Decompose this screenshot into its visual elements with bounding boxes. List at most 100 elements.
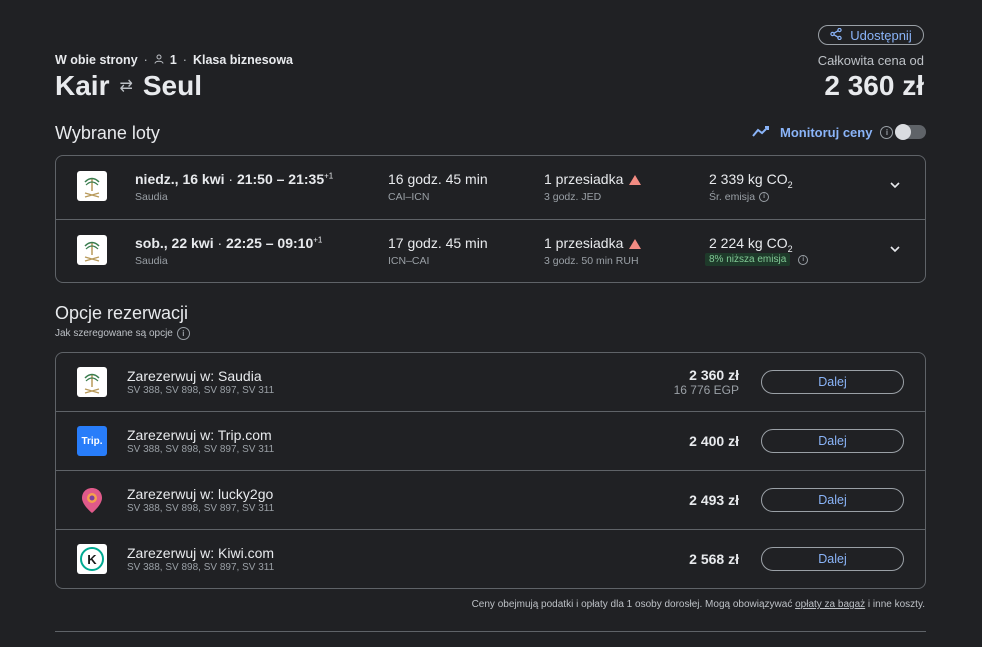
stops-label: 1 przesiadka [544,235,624,251]
stops-label: 1 przesiadka [544,171,624,187]
ranking-info-label: Jak szeregowane są opcje [55,328,173,339]
flight-duration: 16 godz. 45 min [388,171,488,187]
separator-dot: · [217,235,227,251]
kiwi-logo-text: K [87,551,97,567]
share-icon [830,27,842,43]
share-button[interactable]: Udostępnij [818,25,924,45]
flight-date-time: niedz., 16 kwi · 21:50 – 21:35+1 [135,171,333,187]
flight-times: 22:25 – 09:10 [226,235,314,251]
info-icon[interactable]: i [759,192,770,202]
flight-airports: ICN–CAI [388,255,430,267]
flight-date-time: sob., 22 kwi · 22:25 – 09:10+1 [135,235,322,251]
lucky2go-logo-icon [77,485,107,515]
booking-price-alt: 16 776 EGP [673,383,739,397]
continue-button[interactable]: Dalej [761,370,904,394]
airline-name: Saudia [135,255,168,267]
toggle-knob [895,124,911,140]
tripcom-logo-icon: Trip. [77,426,107,456]
info-icon[interactable]: i [880,126,894,139]
booking-row-kiwi: K Zarezerwuj w: Kiwi.com SV 388, SV 898,… [56,530,925,588]
person-icon [154,53,164,67]
airline-name: Saudia [135,191,168,203]
flight-date: sob., 22 kwi [135,235,214,251]
monitor-label: Monitoruj ceny [780,125,873,140]
flight-stops: 1 przesiadka [544,235,642,251]
booking-price: 2 568 zł [689,551,739,567]
booking-flight-numbers: SV 388, SV 898, SV 897, SV 311 [127,444,275,455]
booking-row-saudia: Zarezerwuj w: Saudia SV 388, SV 898, SV … [56,353,925,411]
flight-row-return[interactable]: sob., 22 kwi · 22:25 – 09:10+1 Saudia 17… [56,220,925,283]
layover-info: 3 godz. JED [544,191,602,203]
booking-title: Zarezerwuj w: lucky2go [127,486,274,502]
disclaimer-text-end: i inne koszty. [865,599,925,610]
cabin-class: Klasa biznesowa [192,53,293,67]
booking-options-card: Zarezerwuj w: Saudia SV 388, SV 898, SV … [55,352,926,589]
next-day-indicator: +1 [313,235,323,245]
co2-emission: 2 339 kg CO2 [709,171,793,190]
flight-times: 21:50 – 21:35 [236,171,325,187]
price-disclaimer: Ceny obejmują podatki i opłaty dla 1 oso… [472,599,925,610]
co2-value: 2 339 kg CO [709,171,788,187]
layover-info: 3 godz. 50 min RUH [544,255,639,267]
flight-airports: CAI–ICN [388,191,430,203]
eco-badge: 8% niższa emisja [705,253,791,266]
selected-flights-card: niedz., 16 kwi · 21:50 – 21:35+1 Saudia … [55,155,926,283]
share-label: Udostępnij [850,27,912,43]
booking-flight-numbers: SV 388, SV 898, SV 897, SV 311 [127,503,275,514]
monitor-toggle[interactable] [895,124,926,140]
warning-icon [629,175,642,185]
total-price-label: Całkowita cena od [817,53,924,68]
continue-button[interactable]: Dalej [761,488,904,512]
booking-price: 2 400 zł [689,433,739,449]
emission-label: Śr. emisja [709,191,756,203]
booking-title: Zarezerwuj w: Saudia [127,368,262,384]
booking-price: 2 360 zł [689,367,739,383]
destination-city: Seul [142,70,203,101]
route-title: Kair ⇄ Seul [55,70,202,102]
booking-price: 2 493 zł [689,492,739,508]
separator-dot: · [182,53,187,67]
chevron-down-icon[interactable] [889,179,901,191]
total-price: 2 360 zł [824,70,924,101]
baggage-fees-link[interactable]: opłaty za bagaż [795,599,865,610]
flight-duration: 17 godz. 45 min [388,235,488,251]
booking-flight-numbers: SV 388, SV 898, SV 897, SV 311 [127,562,275,573]
saudia-logo-icon [77,235,107,265]
trend-icon [752,125,772,140]
info-icon[interactable]: i [176,327,190,340]
passenger-count: 1 [169,53,177,67]
booking-title: Zarezerwuj w: Trip.com [127,427,272,443]
flight-stops: 1 przesiadka [544,171,642,187]
emission-note: 8% niższa emisja i [705,253,809,266]
saudia-logo-icon [77,367,107,397]
kiwi-logo-icon: K [77,544,107,574]
next-day-indicator: +1 [324,171,334,181]
flight-date: niedz., 16 kwi [135,171,225,187]
chevron-down-icon[interactable] [889,243,901,255]
trip-type: W obie strony [55,53,138,67]
emission-note: Śr. emisja i [709,191,770,203]
tripcom-logo-text: Trip. [81,435,103,447]
origin-city: Kair [55,70,110,101]
separator-dot: · [143,53,148,67]
booking-row-lucky2go: Zarezerwuj w: lucky2go SV 388, SV 898, S… [56,471,925,529]
continue-button[interactable]: Dalej [761,429,904,453]
separator-dot: · [228,171,237,187]
continue-button[interactable]: Dalej [761,547,904,571]
booking-options-title: Opcje rezerwacji [55,303,189,323]
co2-emission: 2 224 kg CO2 [709,235,793,254]
info-icon[interactable]: i [798,254,809,265]
selected-flights-title: Wybrane loty [55,123,160,143]
co2-value: 2 224 kg CO [709,235,788,251]
monitor-prices[interactable]: Monitoruj ceny i [752,125,894,140]
swap-arrows-icon: ⇄ [119,78,133,95]
warning-icon [629,239,642,249]
trip-meta: W obie strony · 1 · Klasa biznesowa [55,53,293,67]
booking-flight-numbers: SV 388, SV 898, SV 897, SV 311 [127,385,275,396]
ranking-info[interactable]: Jak szeregowane są opcje i [55,327,190,340]
disclaimer-text: Ceny obejmują podatki i opłaty dla 1 oso… [471,599,796,610]
flight-row-outbound[interactable]: niedz., 16 kwi · 21:50 – 21:35+1 Saudia … [56,156,925,219]
divider [55,631,926,632]
booking-title: Zarezerwuj w: Kiwi.com [127,545,275,561]
saudia-logo-icon [77,171,107,201]
